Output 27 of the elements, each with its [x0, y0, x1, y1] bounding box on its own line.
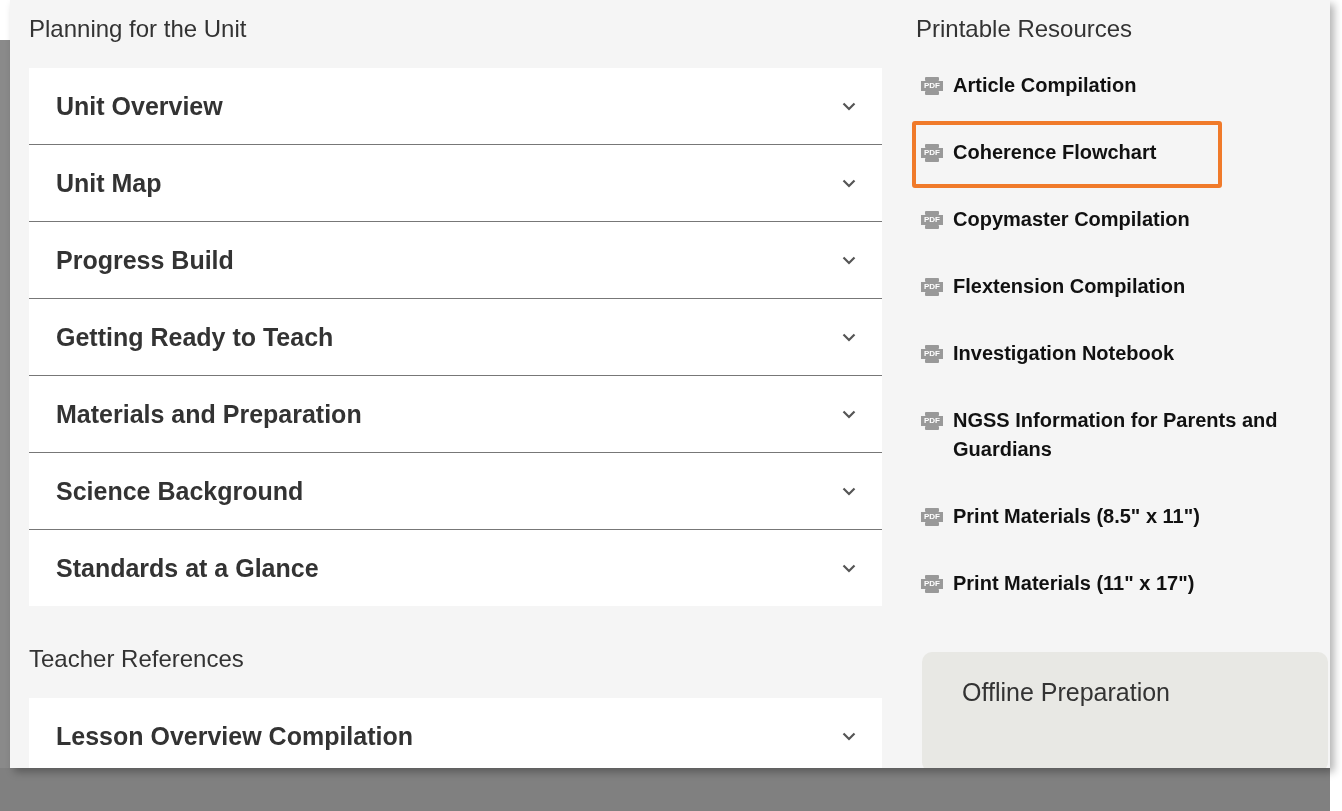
section-heading: Planning for the Unit [29, 14, 248, 44]
section-heading: Teacher References [29, 644, 245, 674]
resource-link[interactable]: Investigation Notebook [953, 339, 1330, 368]
resource-link[interactable]: Print Materials (11" x 17") [953, 569, 1330, 598]
chevron-down-icon [842, 563, 856, 573]
resource-link[interactable]: Copymaster Compilation [953, 205, 1330, 234]
chevron-down-icon [842, 731, 856, 741]
chevron-down-icon [842, 332, 856, 342]
chevron-down-icon [842, 101, 856, 111]
resource-link[interactable]: Flextension Compilation [953, 272, 1330, 301]
section-heading: Printable Resources [916, 14, 1134, 44]
accordion-item[interactable]: Getting Ready to Teach [29, 299, 882, 376]
resource-link[interactable]: NGSS Information for Parents and Guardians [953, 406, 1330, 464]
accordion-item[interactable]: Science Background [29, 453, 882, 530]
accordion-item[interactable]: Progress Build [29, 222, 882, 299]
chevron-down-icon [842, 255, 856, 265]
chevron-down-icon [842, 178, 856, 188]
offline-card[interactable]: Offline Preparation [922, 652, 1328, 768]
accordion-item[interactable]: Unit Overview [29, 68, 882, 145]
chevron-down-icon [842, 486, 856, 496]
resource-link[interactable]: Article Compilation [953, 71, 1330, 100]
accordion-item[interactable]: Unit Map [29, 145, 882, 222]
resource-link[interactable]: Print Materials (8.5" x 11") [953, 502, 1330, 531]
accordion-item[interactable]: Standards at a Glance [29, 530, 882, 606]
accordion-item[interactable]: Materials and Preparation [29, 376, 882, 453]
chevron-down-icon [842, 409, 856, 419]
resource-link[interactable]: Coherence Flowchart [953, 138, 1330, 167]
